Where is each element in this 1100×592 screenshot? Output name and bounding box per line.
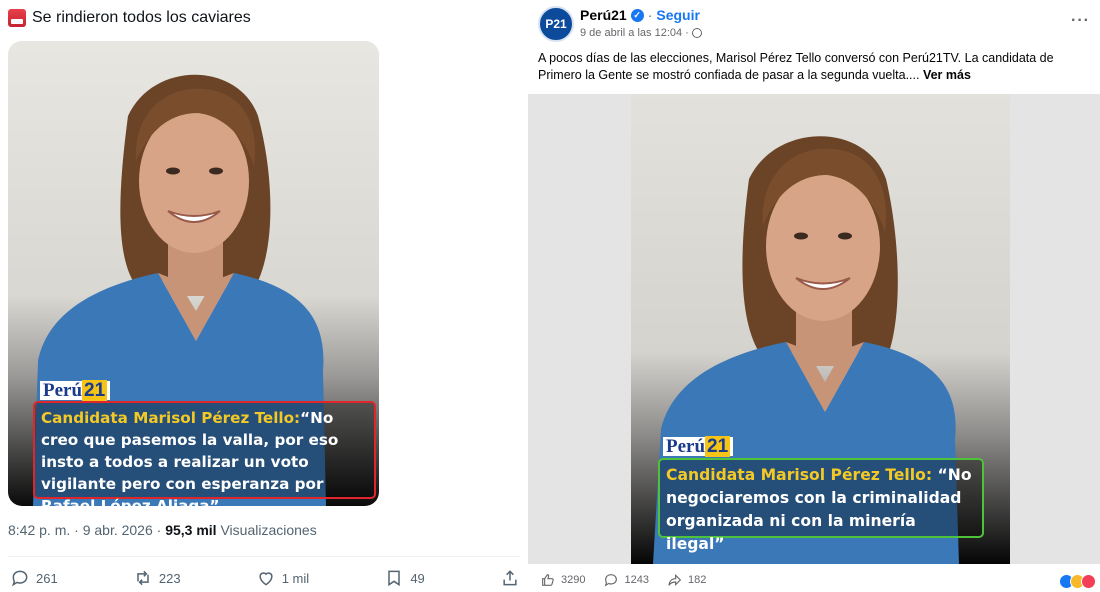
bookmark-button[interactable]: 49	[384, 568, 425, 588]
image-frame: Perú 21 Candidata Marisol Pérez Tello: “N…	[631, 94, 1010, 564]
divider	[8, 556, 520, 557]
x-action-bar: 261 223 1 mil 49	[10, 568, 520, 588]
facebook-action-bar: 3290 1243 182	[540, 572, 706, 588]
facebook-post: P21 Perú21 ✓ · Seguir 9 de abril a las 1…	[528, 0, 1100, 592]
flag-emoji-icon	[8, 9, 26, 27]
logo-word: Perú	[43, 380, 83, 401]
logo-number: 21	[705, 436, 731, 457]
thumbs-up-icon	[542, 574, 554, 586]
page-avatar[interactable]: P21	[538, 6, 574, 42]
caption-speaker: Candidata Marisol Pérez Tello:	[666, 466, 933, 484]
share-count: 182	[687, 574, 707, 586]
heart-icon	[259, 572, 273, 586]
comment-icon	[605, 574, 618, 587]
share-button[interactable]	[500, 568, 520, 588]
share-button[interactable]: 182	[667, 572, 706, 588]
post-time: 9 de abril a las 12:04 ·	[580, 27, 702, 39]
post-timestamp[interactable]: 8:42 p. m. · 9 abr. 2026 ·	[8, 522, 165, 538]
post-header: Perú21 ✓ · Seguir	[580, 7, 700, 23]
page-name[interactable]: Perú21	[580, 7, 627, 23]
follow-button[interactable]: Seguir	[656, 7, 700, 23]
verified-badge-icon: ✓	[630, 8, 644, 22]
views-count: 95,3 mil	[165, 522, 217, 538]
facebook-post-image[interactable]: Perú 21 Candidata Marisol Pérez Tello: “N…	[528, 94, 1100, 564]
separator-dot: ·	[647, 7, 653, 23]
repost-button[interactable]: 223	[133, 568, 181, 588]
like-button[interactable]: 1 mil	[256, 568, 309, 588]
comment-button[interactable]: 1243	[603, 572, 649, 588]
share-arrow-icon	[668, 573, 682, 587]
screenshot-stage: Se rindieron todos los caviares Perú 21 …	[0, 0, 1100, 592]
reaction-icons[interactable]	[1059, 574, 1096, 589]
comment-count: 1243	[624, 574, 649, 586]
like-button[interactable]: 3290	[540, 572, 585, 588]
post-body: A pocos días de las elecciones, Marisol …	[538, 50, 1088, 84]
see-more-link[interactable]: Ver más	[923, 68, 971, 82]
views-label: Visualizaciones	[216, 522, 317, 538]
post-text: A pocos días de las elecciones, Marisol …	[538, 51, 1054, 82]
like-count: 1 mil	[281, 570, 310, 586]
logo-word: Perú	[666, 436, 706, 457]
like-count: 3290	[561, 574, 586, 586]
caption-speaker: Candidata Marisol Pérez Tello:	[41, 409, 301, 427]
love-reaction-icon	[1081, 574, 1096, 589]
bookmark-icon	[388, 570, 401, 587]
globe-icon	[691, 28, 702, 38]
reply-count: 261	[36, 570, 58, 586]
reply-icon	[11, 570, 28, 587]
x-post-caption: Se rindieron todos los caviares	[32, 9, 251, 26]
peru21-logo: Perú 21	[40, 380, 111, 401]
quote-caption: Candidata Marisol Pérez Tello:“No creo q…	[33, 401, 376, 506]
bookmark-count: 49	[410, 570, 425, 586]
repost-count: 223	[158, 570, 181, 586]
peru21-logo: Perú 21	[663, 436, 734, 457]
share-icon	[503, 570, 517, 586]
repost-icon	[137, 570, 149, 586]
reply-button[interactable]: 261	[10, 568, 58, 588]
x-post-meta: 8:42 p. m. · 9 abr. 2026 · 95,3 mil Visu…	[8, 522, 317, 538]
quote-caption: Candidata Marisol Pérez Tello: “No negoc…	[658, 458, 984, 553]
x-post: Se rindieron todos los caviares Perú 21 …	[0, 0, 528, 592]
x-post-text: Se rindieron todos los caviares	[8, 9, 251, 27]
x-post-image[interactable]: Perú 21 Candidata Marisol Pérez Tello:“No…	[8, 41, 379, 506]
post-timestamp[interactable]: 9 de abril a las 12:04 ·	[580, 27, 689, 39]
more-options-button[interactable]: ···	[1071, 12, 1090, 30]
logo-number: 21	[82, 380, 108, 401]
